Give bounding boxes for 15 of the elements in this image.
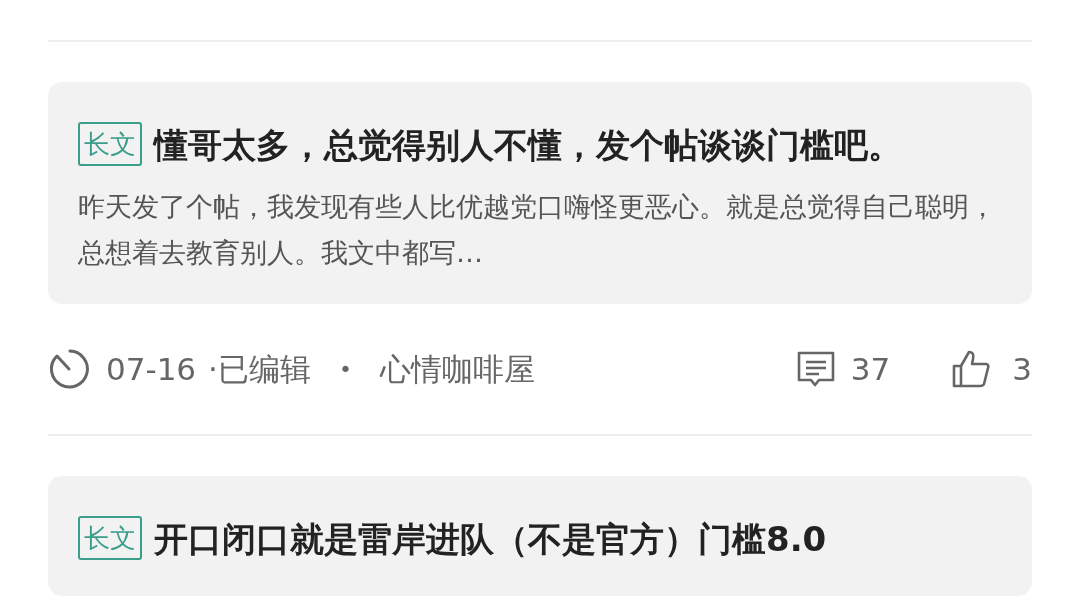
separator-dot: •: [338, 355, 352, 384]
long-post-tag: 长文: [78, 121, 142, 166]
long-post-tag: 长文: [78, 515, 142, 560]
like-count: 3: [1012, 349, 1032, 389]
post-title: 长文 开口闭口就是雷岸进队（不是官方）门槛8.0: [78, 510, 1002, 568]
post-date: 07-16: [106, 349, 197, 389]
post-card[interactable]: 长文 开口闭口就是雷岸进队（不是官方）门槛8.0: [48, 476, 1032, 596]
post-excerpt: 昨天发了个帖，我发现有些人比优越党口嗨怪更恶心。就是总觉得自己聪明，总想着去教育别人。我文中都写…: [78, 190, 997, 270]
post-card[interactable]: 长文 懂哥太多，总觉得别人不懂，发个帖谈谈门槛吧。 昨天发了个帖，我发现有些人比优越党口嗨怪更恶心。就是总觉得自己聪明，总想着去教育别人。我文中都写…: [48, 82, 1032, 304]
board-link[interactable]: 心情咖啡屋: [379, 345, 535, 393]
thumbs-up-icon[interactable]: [950, 348, 993, 390]
comment-count: 37: [850, 349, 891, 389]
edited-label: ·已编辑: [208, 349, 311, 389]
clock-icon: [48, 347, 92, 391]
post-title: 长文 懂哥太多，总觉得别人不懂，发个帖谈谈门槛吧。: [78, 116, 1002, 174]
